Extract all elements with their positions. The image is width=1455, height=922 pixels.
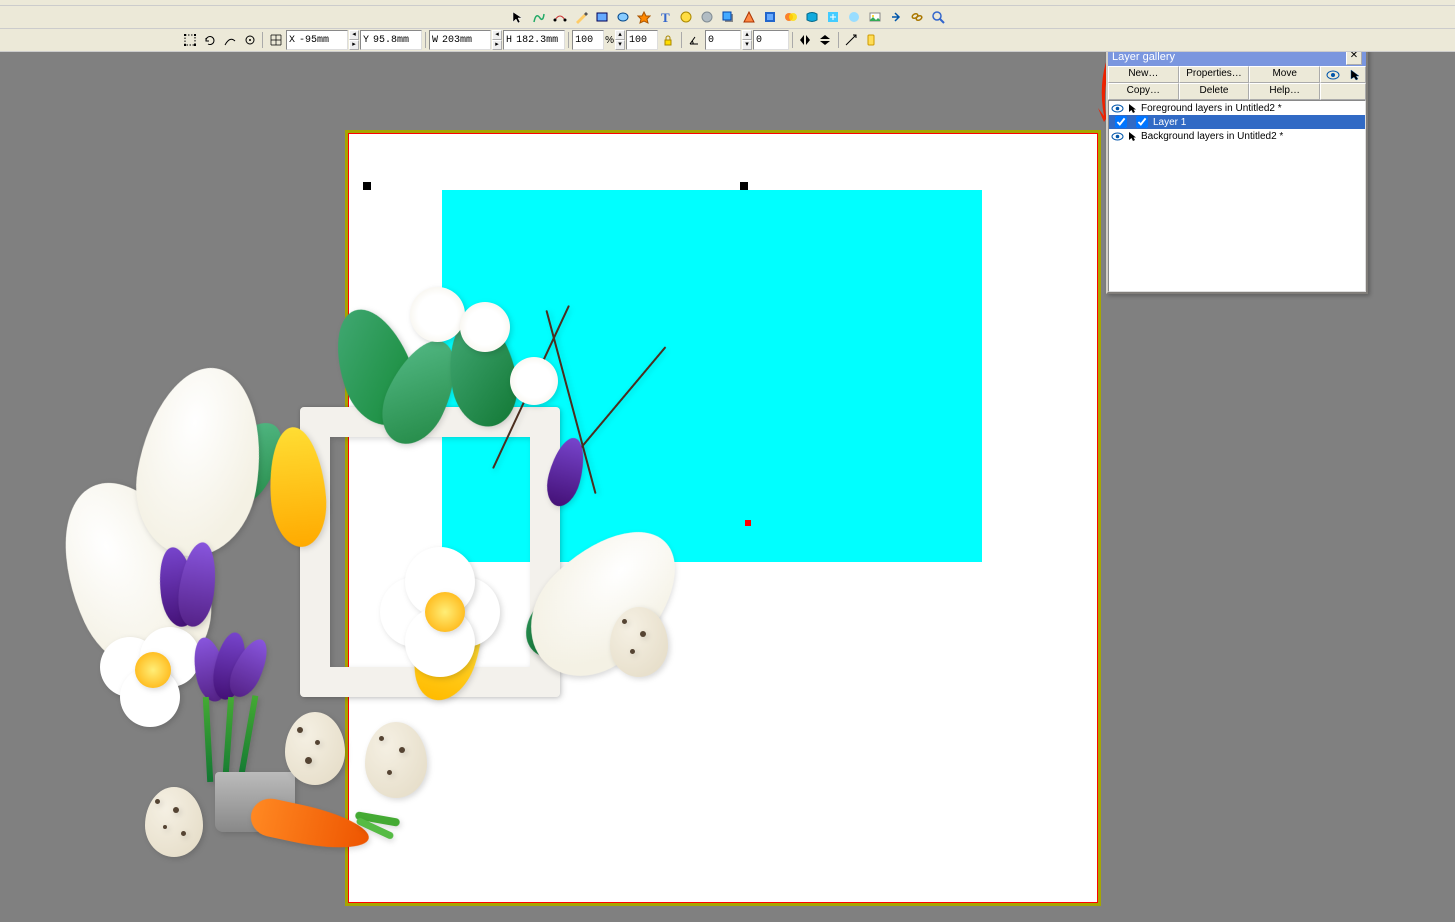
separator: [425, 32, 426, 48]
top-toolbar: T: [0, 6, 1455, 29]
scalewidth-icon[interactable]: [220, 31, 239, 50]
separator: [838, 32, 839, 48]
contour-icon[interactable]: [760, 8, 779, 27]
layer-group-row[interactable]: Foreground layers in Untitled2 *: [1109, 101, 1365, 115]
separator: [568, 32, 569, 48]
shape-edit-icon[interactable]: [550, 8, 569, 27]
panel-titlebar[interactable]: Layer gallery ✕: [1108, 52, 1366, 66]
vis-edit-toggles: [1320, 66, 1366, 83]
layer-group-row[interactable]: Background layers in Untitled2 *: [1109, 129, 1365, 143]
blend-icon[interactable]: [781, 8, 800, 27]
mould-icon[interactable]: [802, 8, 821, 27]
layer-label: Layer 1: [1153, 117, 1186, 128]
separator: [792, 32, 793, 48]
scale-y[interactable]: 100: [626, 30, 658, 50]
visible-checkbox[interactable]: [1115, 116, 1127, 128]
quickshape-icon[interactable]: [634, 8, 653, 27]
layer-label: Background layers in Untitled2 *: [1141, 131, 1283, 142]
photo-icon[interactable]: [865, 8, 884, 27]
liveeffect-icon[interactable]: [823, 8, 842, 27]
transparency-icon[interactable]: [697, 8, 716, 27]
bevel-icon[interactable]: [739, 8, 758, 27]
options-toolbar: X-95mm ◂▸ Y95.8mm W203mm ◂▸ H182.3mm 100…: [0, 29, 1455, 52]
feather-icon[interactable]: [844, 8, 863, 27]
marker-icon[interactable]: [862, 31, 881, 50]
scale-spinner[interactable]: ▴▾: [615, 30, 625, 50]
workspace[interactable]: Layer gallery ✕ New… Properties… Move Co…: [0, 52, 1455, 922]
arrow-icon[interactable]: [1126, 102, 1139, 115]
link-icon[interactable]: [907, 8, 926, 27]
rotate-mode-icon[interactable]: [200, 31, 219, 50]
angle-icon[interactable]: [685, 31, 704, 50]
h-coord[interactable]: H182.3mm: [503, 30, 565, 50]
w-coord[interactable]: W203mm: [429, 30, 491, 50]
svg-text:T: T: [661, 10, 670, 24]
scale-x[interactable]: 100: [572, 30, 604, 50]
pushtool-icon[interactable]: [886, 8, 905, 27]
layer-label: Foreground layers in Untitled2 *: [1141, 103, 1282, 114]
rotation-val[interactable]: 0: [705, 30, 741, 50]
selector-icon[interactable]: [508, 8, 527, 27]
zoom-icon[interactable]: [928, 8, 947, 27]
y-coord[interactable]: Y95.8mm: [360, 30, 422, 50]
skew-val[interactable]: 0: [753, 30, 789, 50]
eye-icon[interactable]: [1326, 70, 1340, 80]
eye-icon[interactable]: [1111, 102, 1124, 115]
eye-icon[interactable]: [1111, 130, 1124, 143]
separator: [681, 32, 682, 48]
lock-aspect-icon[interactable]: [659, 31, 678, 50]
layer-row[interactable]: Layer 1: [1109, 115, 1365, 129]
grid-icon[interactable]: [266, 31, 285, 50]
dropper-icon[interactable]: [240, 31, 259, 50]
ellipse-icon[interactable]: [613, 8, 632, 27]
fill-icon[interactable]: [676, 8, 695, 27]
freehand-icon[interactable]: [529, 8, 548, 27]
pen-icon[interactable]: [571, 8, 590, 27]
snap-icon[interactable]: [842, 31, 861, 50]
flip-h-icon[interactable]: [796, 31, 815, 50]
cyan-object[interactable]: [442, 190, 982, 562]
arrow-icon[interactable]: [1126, 130, 1139, 143]
selection-handle[interactable]: [363, 182, 371, 190]
rotation-center[interactable]: [745, 520, 751, 526]
layer-gallery-panel[interactable]: Layer gallery ✕ New… Properties… Move Co…: [1106, 52, 1368, 294]
x-spinner[interactable]: ◂▸: [349, 30, 359, 50]
rectangle-icon[interactable]: [592, 8, 611, 27]
w-spinner[interactable]: ◂▸: [492, 30, 502, 50]
panel-title: Layer gallery: [1112, 52, 1175, 63]
shadow-icon[interactable]: [718, 8, 737, 27]
sel-bounds-icon[interactable]: [180, 31, 199, 50]
help-button[interactable]: Help…: [1249, 83, 1320, 100]
layer-list[interactable]: Foreground layers in Untitled2 * Layer 1…: [1108, 100, 1366, 292]
arrow-icon[interactable]: [1350, 69, 1360, 81]
move-button[interactable]: Move: [1249, 66, 1320, 83]
x-coord[interactable]: X-95mm: [286, 30, 348, 50]
rot-spinner[interactable]: ▴▾: [742, 30, 752, 50]
flip-v-icon[interactable]: [816, 31, 835, 50]
editable-checkbox[interactable]: [1136, 116, 1148, 128]
text-icon[interactable]: T: [655, 8, 674, 27]
separator: [262, 32, 263, 48]
copy-button[interactable]: Copy…: [1108, 83, 1179, 100]
selection-handle[interactable]: [740, 182, 748, 190]
properties-button[interactable]: Properties…: [1179, 66, 1250, 83]
close-icon[interactable]: ✕: [1346, 52, 1362, 65]
new-button[interactable]: New…: [1108, 66, 1179, 83]
delete-button[interactable]: Delete: [1179, 83, 1250, 100]
